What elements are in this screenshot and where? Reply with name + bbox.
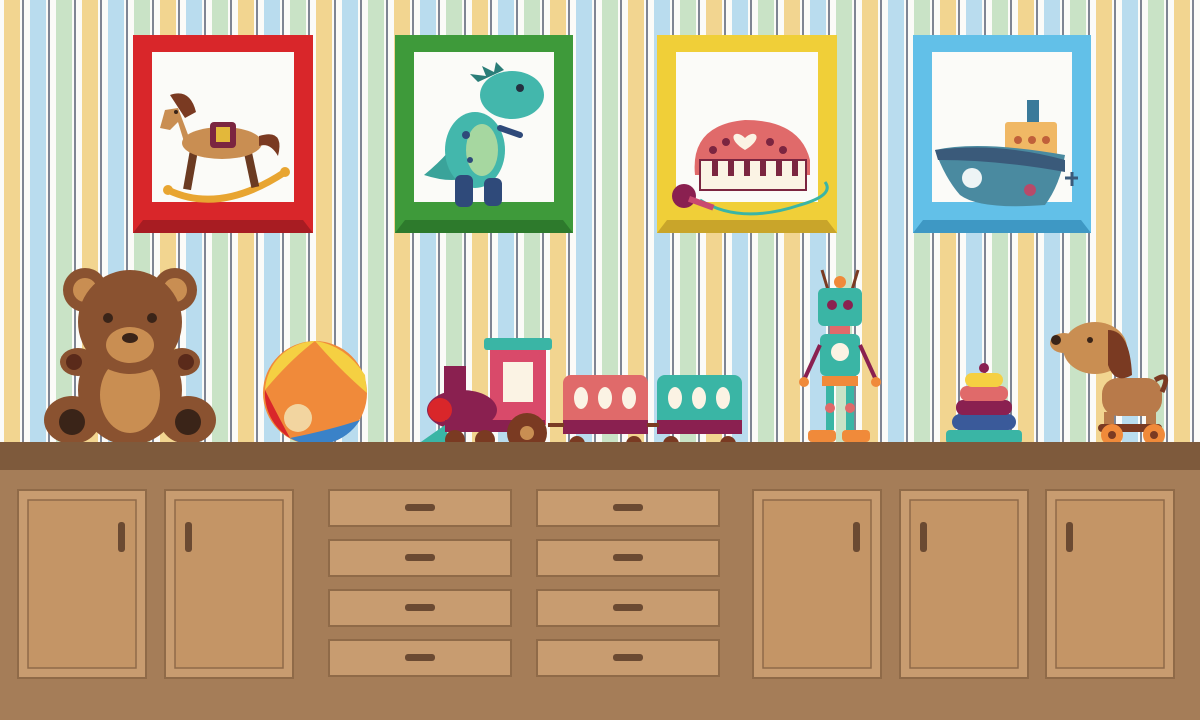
playroom-scene bbox=[0, 0, 1200, 720]
drawer-handle[interactable] bbox=[613, 554, 643, 561]
drawer-handle[interactable] bbox=[405, 654, 435, 661]
shelf-frame-green bbox=[395, 35, 573, 233]
wall-stripe bbox=[56, 0, 72, 450]
drawer-handle[interactable] bbox=[405, 554, 435, 561]
wall-pinstripe bbox=[22, 0, 24, 450]
wall-pinstripe bbox=[386, 0, 388, 450]
wall-pinstripe bbox=[906, 0, 908, 450]
door-handle[interactable] bbox=[185, 522, 192, 552]
drawer-handle[interactable] bbox=[613, 504, 643, 511]
drawer-handle[interactable] bbox=[405, 504, 435, 511]
wall-stripe bbox=[888, 0, 904, 450]
frame-shadow bbox=[133, 220, 313, 233]
door-handle[interactable] bbox=[1066, 522, 1073, 552]
teddy-bear-icon bbox=[44, 268, 216, 445]
shelf-frame-yellow bbox=[657, 35, 837, 233]
door-handle[interactable] bbox=[853, 522, 860, 552]
wall-pinstripe bbox=[74, 0, 76, 450]
beach-ball-icon bbox=[263, 341, 367, 445]
shelf-frame-red bbox=[133, 35, 313, 233]
door-handle[interactable] bbox=[920, 522, 927, 552]
wall-stripe bbox=[1174, 0, 1190, 450]
drawer-handle[interactable] bbox=[613, 654, 643, 661]
door-handle[interactable] bbox=[118, 522, 125, 552]
drawer-handle[interactable] bbox=[613, 604, 643, 611]
wall-pinstripe bbox=[48, 0, 50, 450]
wall-stripe bbox=[4, 0, 20, 450]
wall-pinstripe bbox=[1192, 0, 1194, 450]
frame-shadow bbox=[395, 220, 573, 233]
wall-stripe bbox=[368, 0, 384, 450]
countertop bbox=[0, 442, 1200, 470]
drawer-handle[interactable] bbox=[405, 604, 435, 611]
wall-stripe bbox=[30, 0, 46, 450]
shelf-frame-blue bbox=[913, 35, 1091, 233]
frame-shadow bbox=[657, 220, 837, 233]
frame-shadow bbox=[913, 220, 1091, 233]
